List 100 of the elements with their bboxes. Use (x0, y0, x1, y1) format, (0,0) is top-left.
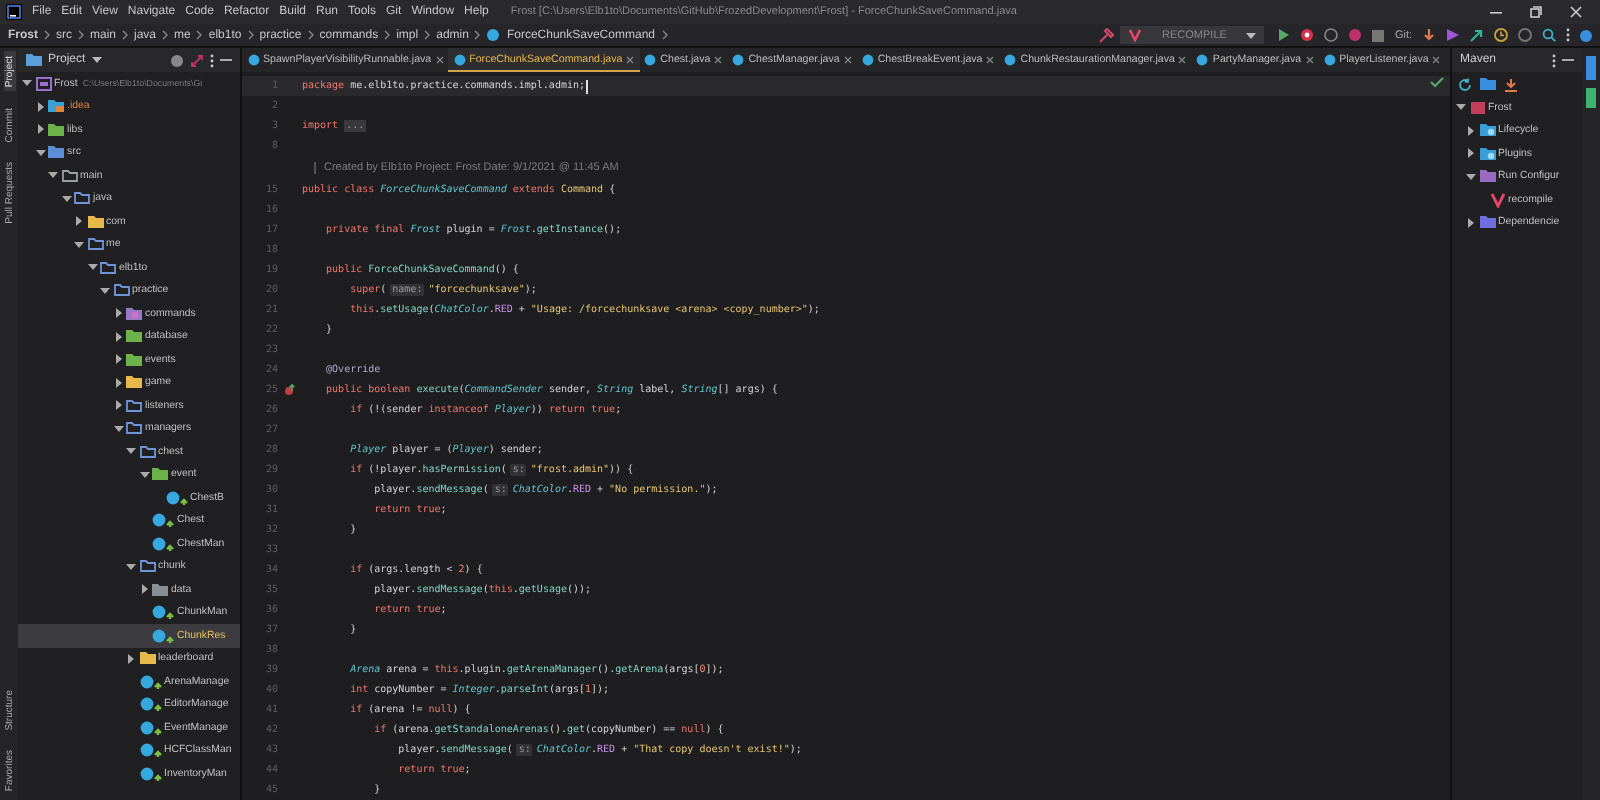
expand-arrow-icon[interactable] (126, 446, 136, 457)
refresh-icon[interactable] (1458, 77, 1472, 91)
chevron-icon (162, 30, 169, 40)
rollback-icon[interactable] (1518, 28, 1532, 42)
history-clock-icon[interactable] (1494, 28, 1508, 42)
chevron-icon (247, 30, 254, 40)
class-icon (486, 28, 501, 42)
class-icon (1004, 53, 1017, 65)
expand-arrow-icon[interactable] (48, 170, 58, 181)
expand-arrow-icon[interactable] (35, 147, 45, 158)
expand-arrow-icon[interactable] (1466, 171, 1476, 182)
expand-arrow-icon[interactable] (100, 285, 110, 296)
expand-arrow-icon[interactable] (126, 653, 136, 664)
search-icon[interactable] (1542, 28, 1556, 42)
close-icon[interactable] (626, 55, 635, 63)
expand-arrow-icon[interactable] (87, 262, 97, 273)
update-arrow-icon[interactable] (1422, 28, 1436, 42)
hammer-icon[interactable] (1098, 27, 1115, 43)
chevron-icon (122, 30, 129, 40)
run-icon[interactable] (1278, 28, 1291, 42)
restore-icon[interactable] (1530, 6, 1542, 18)
chevron-icon (196, 30, 203, 40)
folder-icon (1479, 168, 1495, 185)
v-icon (1128, 28, 1143, 42)
expand-arrow-icon[interactable] (113, 308, 123, 319)
chevron-icon (384, 30, 391, 40)
expand-all-icon[interactable] (190, 53, 204, 67)
stop-icon[interactable] (1372, 29, 1385, 41)
app-logo-icon[interactable] (6, 4, 22, 20)
chevron-icon (44, 30, 50, 40)
folder-icon (1479, 214, 1495, 231)
close-icon[interactable] (1178, 55, 1187, 63)
expand-arrow-icon[interactable] (126, 561, 136, 572)
folder-icon (48, 98, 64, 115)
expand-arrow-icon[interactable] (1456, 102, 1466, 113)
expand-arrow-icon[interactable] (35, 101, 45, 112)
class-icon (139, 719, 161, 736)
hide-panel-icon[interactable] (220, 54, 232, 66)
class-icon (453, 53, 466, 65)
expand-arrow-icon[interactable] (1466, 217, 1476, 228)
class-icon (152, 512, 174, 529)
profiler-icon[interactable] (1348, 28, 1363, 42)
folder-icon[interactable] (1480, 76, 1496, 92)
text-cursor (585, 79, 587, 93)
close-icon[interactable] (986, 55, 995, 63)
folder-icon (1479, 122, 1495, 139)
class-icon (1196, 53, 1209, 65)
expand-arrow-icon[interactable] (113, 423, 123, 434)
expand-arrow-icon[interactable] (113, 377, 123, 388)
expand-arrow-icon[interactable] (35, 124, 45, 135)
expand-arrow-icon[interactable] (113, 400, 123, 411)
expand-arrow-icon[interactable] (74, 239, 84, 250)
minimize-icon[interactable] (1490, 6, 1502, 18)
close-icon[interactable] (435, 55, 444, 63)
chevron-icon (661, 30, 667, 40)
expand-arrow-icon[interactable] (139, 584, 149, 595)
push-arrow-icon[interactable] (1470, 28, 1484, 42)
chevron-icon (307, 30, 314, 40)
class-icon (139, 742, 161, 759)
expand-arrow-icon[interactable] (74, 216, 84, 227)
expand-arrow-icon[interactable] (113, 331, 123, 342)
expand-arrow-icon[interactable] (1466, 125, 1476, 136)
class-icon (139, 696, 161, 713)
close-icon[interactable] (1432, 55, 1441, 63)
folder-icon (1479, 145, 1495, 162)
chevron-icon (78, 30, 84, 40)
override-marker-icon[interactable] (284, 384, 296, 396)
expand-arrow-icon[interactable] (113, 354, 123, 365)
class-icon (247, 53, 259, 65)
target-icon[interactable] (170, 53, 184, 67)
expand-arrow-icon[interactable] (22, 78, 32, 89)
expand-arrow-icon[interactable] (139, 469, 149, 480)
dropdown-caret-icon (1246, 31, 1257, 39)
class-icon (861, 53, 874, 65)
expand-arrow-icon[interactable] (1466, 148, 1476, 159)
class-icon (139, 765, 161, 782)
class-icon (165, 489, 187, 506)
avatar-icon[interactable] (1580, 27, 1592, 43)
class-icon (1323, 53, 1336, 65)
class-icon (152, 627, 174, 644)
download-icon[interactable] (1504, 77, 1518, 91)
dropdown-caret-icon[interactable] (91, 56, 102, 64)
class-icon (152, 604, 174, 621)
commit-flag-icon[interactable] (1446, 28, 1460, 42)
coverage-icon[interactable] (1324, 28, 1339, 42)
folder-icon (126, 305, 142, 322)
hide-panel-icon[interactable] (1562, 54, 1574, 66)
module-icon (35, 75, 51, 92)
close-icon[interactable] (1305, 55, 1314, 63)
close-icon[interactable] (1570, 6, 1582, 18)
close-icon[interactable] (714, 55, 723, 63)
v-icon (1489, 191, 1505, 208)
chevron-icon (424, 30, 431, 40)
class-icon (139, 673, 161, 690)
expand-arrow-icon[interactable] (61, 193, 71, 204)
chevron-icon (474, 30, 481, 40)
check-icon (1430, 76, 1444, 88)
close-icon[interactable] (843, 55, 852, 63)
debug-icon[interactable] (1300, 28, 1315, 42)
class-icon (152, 535, 174, 552)
